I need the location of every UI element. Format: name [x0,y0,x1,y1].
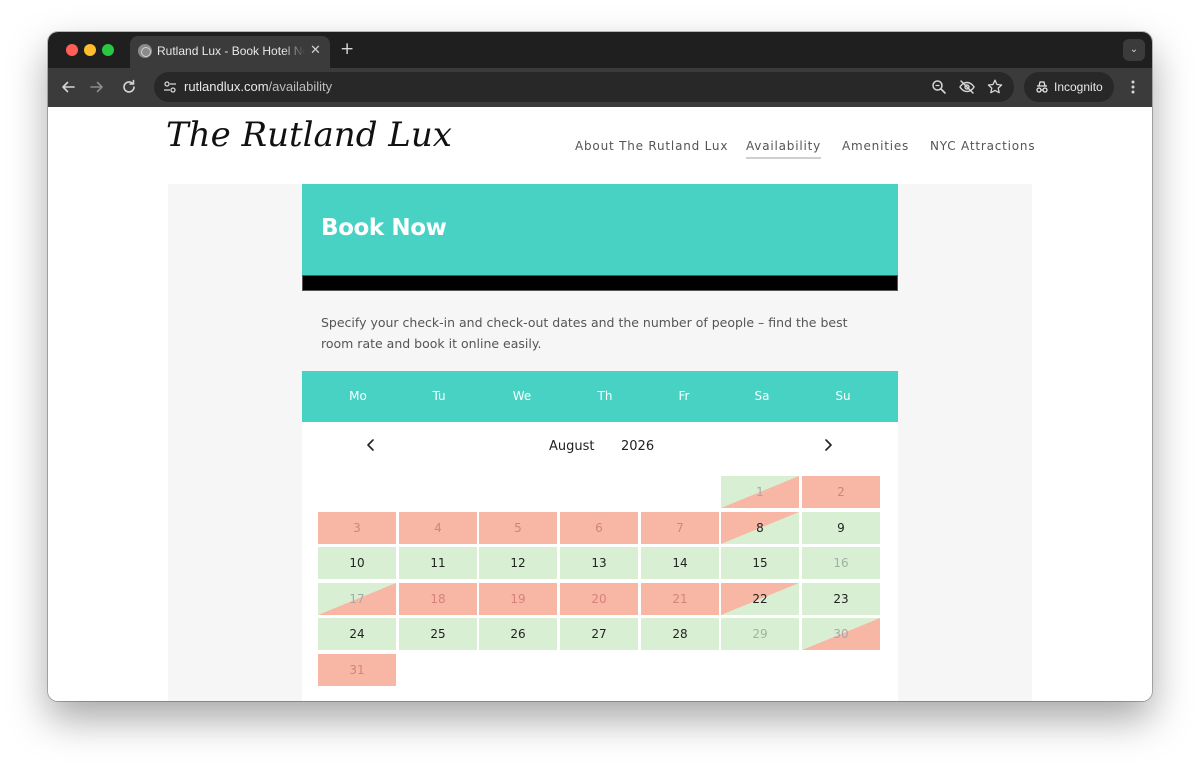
calendar-day-10[interactable]: 10 [318,547,396,580]
site-logo[interactable]: The Rutland Lux [166,115,452,155]
calendar-day-11[interactable]: 11 [399,547,477,580]
calendar-year[interactable]: 2026 [621,439,654,454]
url-text: rutlandlux.com/availability [184,79,332,94]
url-host: rutlandlux.com [184,79,269,94]
browser-window: Rutland Lux - Book Hotel Now ✕ + ⌄ rutla… [48,32,1152,701]
minimize-window-button[interactable] [84,44,96,56]
calendar-day-31[interactable]: 31 [318,654,396,686]
nav-link-about[interactable]: About The Rutland Lux [575,139,728,153]
calendar-day-18[interactable]: 18 [399,582,477,615]
tab-title: Rutland Lux - Book Hotel Now [157,44,305,58]
calendar-day-28[interactable]: 28 [641,618,719,651]
calendar-day-6[interactable]: 6 [560,511,638,544]
page-title: Book Now [321,215,447,241]
intro-text: Specify your check-in and check-out date… [321,315,848,351]
calendar-day-26[interactable]: 26 [479,618,557,651]
site-settings-icon[interactable] [162,79,178,95]
weekday-label: We [512,389,532,403]
close-window-button[interactable] [66,44,78,56]
weekday-label: Tu [432,389,446,403]
calendar-day-16[interactable]: 16 [802,547,880,580]
nav-link-availability[interactable]: Availability [746,139,822,159]
calendar-day-22[interactable]: 22 [721,582,799,615]
calendar-day-19[interactable]: 19 [479,582,557,615]
weekday-label: Th [597,389,613,403]
calendar-day-15[interactable]: 15 [721,547,799,580]
calendar-day-1[interactable]: 1 [721,476,799,508]
calendar-day-25[interactable]: 25 [399,618,477,651]
calendar-day-17[interactable]: 17 [318,582,396,615]
browser-toolbar: rutlandlux.com/availability Incognito [48,68,1152,107]
calendar-day-9[interactable]: 9 [802,511,880,544]
calendar-day-13[interactable]: 13 [560,547,638,580]
weekday-label: Mo [349,389,367,403]
calendar-day-24[interactable]: 24 [318,618,396,651]
next-month-chevron-icon[interactable] [820,437,836,453]
calendar-day-3[interactable]: 3 [318,511,396,544]
previous-month-chevron-icon[interactable] [363,437,379,453]
new-tab-button[interactable]: + [340,39,354,59]
address-bar[interactable]: rutlandlux.com/availability [154,72,1014,102]
reload-icon[interactable] [120,78,138,96]
weekday-label: Sa [754,389,770,403]
calendar-day-27[interactable]: 27 [560,618,638,651]
calendar-day-2[interactable]: 2 [802,476,880,508]
weekday-label: Fr [678,389,690,403]
tab-search-button[interactable]: ⌄ [1123,39,1145,61]
calendar-day-21[interactable]: 21 [641,582,719,615]
calendar-day-30[interactable]: 30 [802,618,880,651]
incognito-label: Incognito [1054,80,1103,94]
active-tab[interactable]: Rutland Lux - Book Hotel Now ✕ [130,36,330,68]
calendar-day-7[interactable]: 7 [641,511,719,544]
calendar-month[interactable]: August [549,439,595,454]
forward-arrow-icon[interactable] [88,78,106,96]
incognito-icon [1036,81,1048,93]
calendar-day-8[interactable]: 8 [721,511,799,544]
bookmark-star-icon[interactable] [986,78,1004,96]
calendar-day-5[interactable]: 5 [479,511,557,544]
tracking-protection-eye-off-icon[interactable] [958,78,976,96]
tab-close-button[interactable]: ✕ [310,43,321,58]
availability-calendar: Mo Tu We Th Fr Sa Su August 2026 1234567… [302,371,898,701]
page-viewport: The Rutland Lux About The Rutland Lux Av… [48,107,1152,701]
calendar-day-23[interactable]: 23 [802,582,880,615]
back-arrow-icon[interactable] [59,78,77,96]
tab-strip: Rutland Lux - Book Hotel Now ✕ + ⌄ [48,32,1152,68]
zoom-icon[interactable] [930,78,948,96]
calendar-day-29[interactable]: 29 [721,618,799,651]
nav-link-nyc-attractions[interactable]: NYC Attractions [930,139,1035,153]
banner-divider [302,275,898,291]
more-options-icon[interactable] [1126,78,1140,96]
book-now-banner: Book Now [302,184,898,291]
calendar-day-20[interactable]: 20 [560,582,638,615]
maximize-window-button[interactable] [102,44,114,56]
incognito-indicator[interactable]: Incognito [1024,72,1114,102]
weekday-header: Mo Tu We Th Fr Sa Su [302,371,898,422]
calendar-day-4[interactable]: 4 [399,511,477,544]
globe-icon [138,44,152,58]
calendar-day-14[interactable]: 14 [641,547,719,580]
nav-link-amenities[interactable]: Amenities [842,139,909,153]
url-path: /availability [268,79,333,94]
weekday-label: Su [835,389,851,403]
calendar-day-12[interactable]: 12 [479,547,557,580]
